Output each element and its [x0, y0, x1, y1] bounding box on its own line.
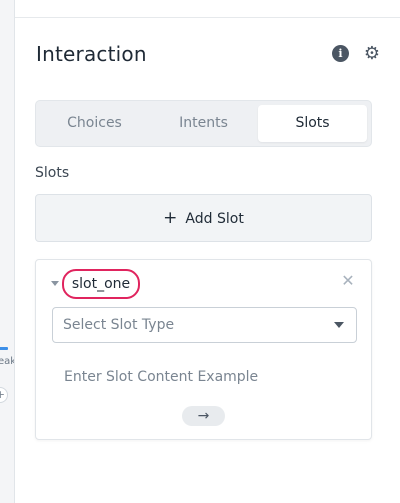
tab-intents[interactable]: Intents [149, 105, 258, 142]
close-icon[interactable]: ✕ [341, 273, 355, 289]
gear-icon[interactable]: ⚙ [363, 45, 381, 63]
panel-title: Interaction [36, 42, 147, 66]
tab-choices[interactable]: Choices [40, 105, 149, 142]
slot-type-placeholder: Select Slot Type [63, 317, 175, 333]
add-slot-label: Add Slot [185, 211, 244, 227]
header-icons: i ⚙ [332, 45, 381, 63]
panel-header: Interaction i ⚙ [36, 38, 381, 70]
slot-example-input[interactable] [52, 362, 342, 392]
canvas-add-button[interactable]: + [0, 387, 8, 403]
interaction-tabs: Choices Intents Slots [35, 100, 372, 147]
canvas-strip: eak + [0, 0, 16, 503]
info-icon[interactable]: i [332, 45, 349, 62]
canvas-node-edge [0, 347, 8, 350]
chevron-down-icon [334, 322, 344, 328]
submit-example-button[interactable]: → [182, 406, 225, 426]
tab-slots[interactable]: Slots [258, 105, 367, 142]
slot-card: slot_one ✕ Select Slot Type → [35, 259, 372, 440]
panel-top-bar [15, 0, 400, 18]
section-label-slots: Slots [35, 165, 70, 181]
plus-icon: + [163, 208, 178, 228]
interaction-panel: Interaction i ⚙ Choices Intents Slots Sl… [14, 0, 400, 503]
add-slot-button[interactable]: + Add Slot [35, 194, 372, 242]
slot-name-field[interactable]: slot_one [62, 269, 140, 299]
collapse-caret-icon[interactable] [51, 281, 59, 286]
slot-type-select[interactable]: Select Slot Type [52, 307, 357, 343]
